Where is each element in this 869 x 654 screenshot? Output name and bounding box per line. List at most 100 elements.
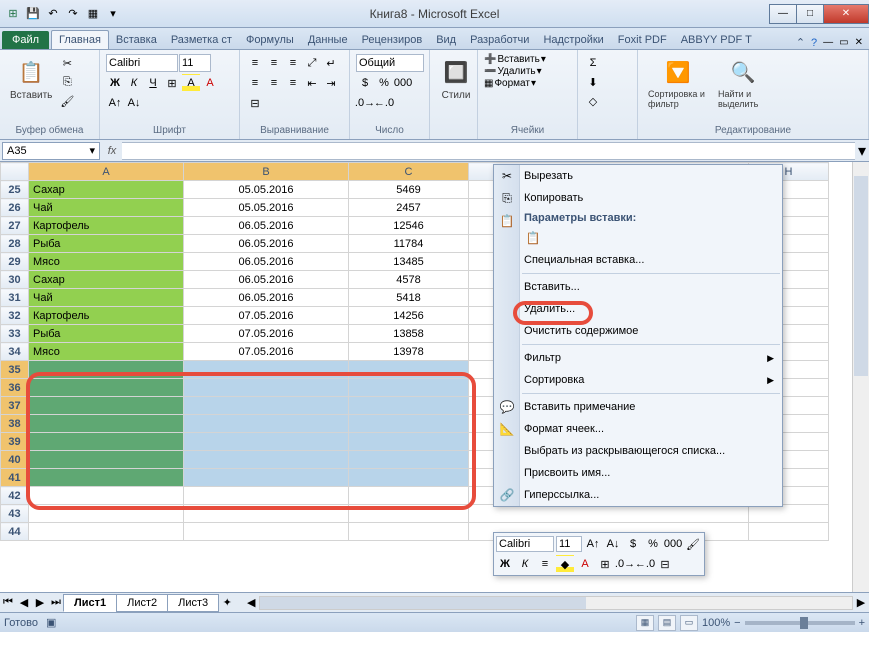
mini-fill-icon[interactable]: ◆	[556, 555, 574, 573]
row-header[interactable]: 44	[1, 523, 29, 541]
align-mid-icon[interactable]: ≡	[265, 54, 283, 72]
sheet-nav-last-icon[interactable]: ⏭	[48, 596, 64, 609]
row-header[interactable]: 40	[1, 451, 29, 469]
cell[interactable]: Чай	[29, 289, 184, 307]
cell[interactable]	[29, 379, 184, 397]
row-header[interactable]: 25	[1, 181, 29, 199]
cm-insert[interactable]: Вставить...	[494, 276, 782, 298]
sheet-nav-first-icon[interactable]: ⏮	[0, 596, 16, 609]
row-header[interactable]: 43	[1, 505, 29, 523]
column-header-a[interactable]: A	[29, 163, 184, 181]
grow-font-icon[interactable]: A↑	[106, 94, 124, 112]
formula-input[interactable]	[122, 142, 855, 160]
cell[interactable]	[29, 487, 184, 505]
mini-dec-decimal-icon[interactable]: ←.0	[636, 555, 654, 573]
row-header[interactable]: 41	[1, 469, 29, 487]
save-icon[interactable]: 💾	[24, 5, 42, 23]
cell[interactable]: 07.05.2016	[184, 307, 349, 325]
cell[interactable]	[349, 451, 469, 469]
cell[interactable]	[349, 433, 469, 451]
mini-font-color-icon[interactable]: A	[576, 555, 594, 573]
zoom-out-icon[interactable]: −	[734, 617, 740, 629]
font-size-combo[interactable]	[179, 54, 211, 72]
mini-comma-icon[interactable]: 000	[664, 535, 682, 553]
cell[interactable]	[349, 523, 469, 541]
tab-review[interactable]: Рецензиров	[355, 31, 430, 49]
tab-foxit[interactable]: Foxit PDF	[611, 31, 674, 49]
cell[interactable]: 5469	[349, 181, 469, 199]
copy-icon[interactable]: ⎘	[58, 73, 76, 91]
qat-more-icon[interactable]: ▾	[104, 5, 122, 23]
cell[interactable]: 14256	[349, 307, 469, 325]
currency-icon[interactable]: $	[356, 74, 374, 92]
styles-button[interactable]: 🔲 Стили	[436, 54, 476, 103]
column-header-c[interactable]: C	[349, 163, 469, 181]
bold-icon[interactable]: Ж	[106, 74, 124, 92]
cm-comment[interactable]: 💬Вставить примечание	[494, 396, 782, 418]
mini-merge-icon[interactable]: ⊟	[656, 555, 674, 573]
mini-format-painter-icon[interactable]: 🖌	[684, 535, 702, 553]
zoom-slider[interactable]	[745, 621, 855, 625]
orientation-icon[interactable]: ⤢	[303, 54, 321, 72]
mini-percent-icon[interactable]: %	[644, 535, 662, 553]
cell[interactable]: 13858	[349, 325, 469, 343]
view-normal-icon[interactable]: ▦	[636, 615, 654, 631]
sheet-nav-prev-icon[interactable]: ◀	[16, 596, 32, 609]
sheet-tab-1[interactable]: Лист1	[63, 594, 117, 612]
cell[interactable]: 06.05.2016	[184, 253, 349, 271]
number-format-combo[interactable]	[356, 54, 424, 72]
cell[interactable]	[184, 415, 349, 433]
cell[interactable]	[29, 415, 184, 433]
border-icon[interactable]: ⊞	[163, 74, 181, 92]
clear-icon[interactable]: ◇	[584, 92, 602, 110]
qat-icon[interactable]: ▦	[84, 5, 102, 23]
cell[interactable]	[184, 487, 349, 505]
outdent-icon[interactable]: ⇤	[303, 74, 321, 92]
cell[interactable]	[349, 469, 469, 487]
comma-icon[interactable]: 000	[394, 74, 412, 92]
maximize-button[interactable]: □	[796, 4, 824, 24]
cm-clear[interactable]: Очистить содержимое	[494, 320, 782, 342]
align-top-icon[interactable]: ≡	[246, 54, 264, 72]
percent-icon[interactable]: %	[375, 74, 393, 92]
cell[interactable]	[184, 361, 349, 379]
zoom-level[interactable]: 100%	[702, 617, 730, 629]
cells-insert-button[interactable]: ➕Вставить ▾	[484, 54, 546, 65]
cell[interactable]: 06.05.2016	[184, 271, 349, 289]
cell[interactable]	[349, 379, 469, 397]
wrap-icon[interactable]: ↵	[322, 54, 340, 72]
fill-color-icon[interactable]: A	[182, 74, 200, 92]
cell[interactable]	[349, 487, 469, 505]
cell[interactable]: Сахар	[29, 181, 184, 199]
font-name-combo[interactable]	[106, 54, 178, 72]
cell[interactable]	[184, 469, 349, 487]
cells-format-button[interactable]: ▦Формат ▾	[484, 78, 536, 89]
mini-align-icon[interactable]: ≡	[536, 555, 554, 573]
undo-icon[interactable]: ↶	[44, 5, 62, 23]
tab-view[interactable]: Вид	[429, 31, 463, 49]
sheet-tab-2[interactable]: Лист2	[116, 594, 168, 612]
indent-icon[interactable]: ⇥	[322, 74, 340, 92]
cell[interactable]: 12546	[349, 217, 469, 235]
row-header[interactable]: 28	[1, 235, 29, 253]
cell[interactable]	[184, 451, 349, 469]
cm-sort[interactable]: Сортировка▶	[494, 369, 782, 391]
row-header[interactable]: 37	[1, 397, 29, 415]
cell[interactable]	[184, 397, 349, 415]
row-header[interactable]: 26	[1, 199, 29, 217]
mini-border-icon[interactable]: ⊞	[596, 555, 614, 573]
cell[interactable]	[29, 433, 184, 451]
cell[interactable]: 07.05.2016	[184, 325, 349, 343]
sort-filter-button[interactable]: 🔽 Сортировка и фильтр	[644, 54, 712, 112]
row-header[interactable]: 34	[1, 343, 29, 361]
align-left-icon[interactable]: ≡	[246, 74, 264, 92]
align-bot-icon[interactable]: ≡	[284, 54, 302, 72]
cell[interactable]	[29, 361, 184, 379]
view-pagebreak-icon[interactable]: ▭	[680, 615, 698, 631]
cell[interactable]	[349, 505, 469, 523]
cut-icon[interactable]: ✂	[58, 54, 76, 72]
row-header[interactable]: 33	[1, 325, 29, 343]
cell[interactable]	[29, 451, 184, 469]
paste-button[interactable]: 📋 Вставить	[6, 54, 56, 103]
row-header[interactable]: 30	[1, 271, 29, 289]
